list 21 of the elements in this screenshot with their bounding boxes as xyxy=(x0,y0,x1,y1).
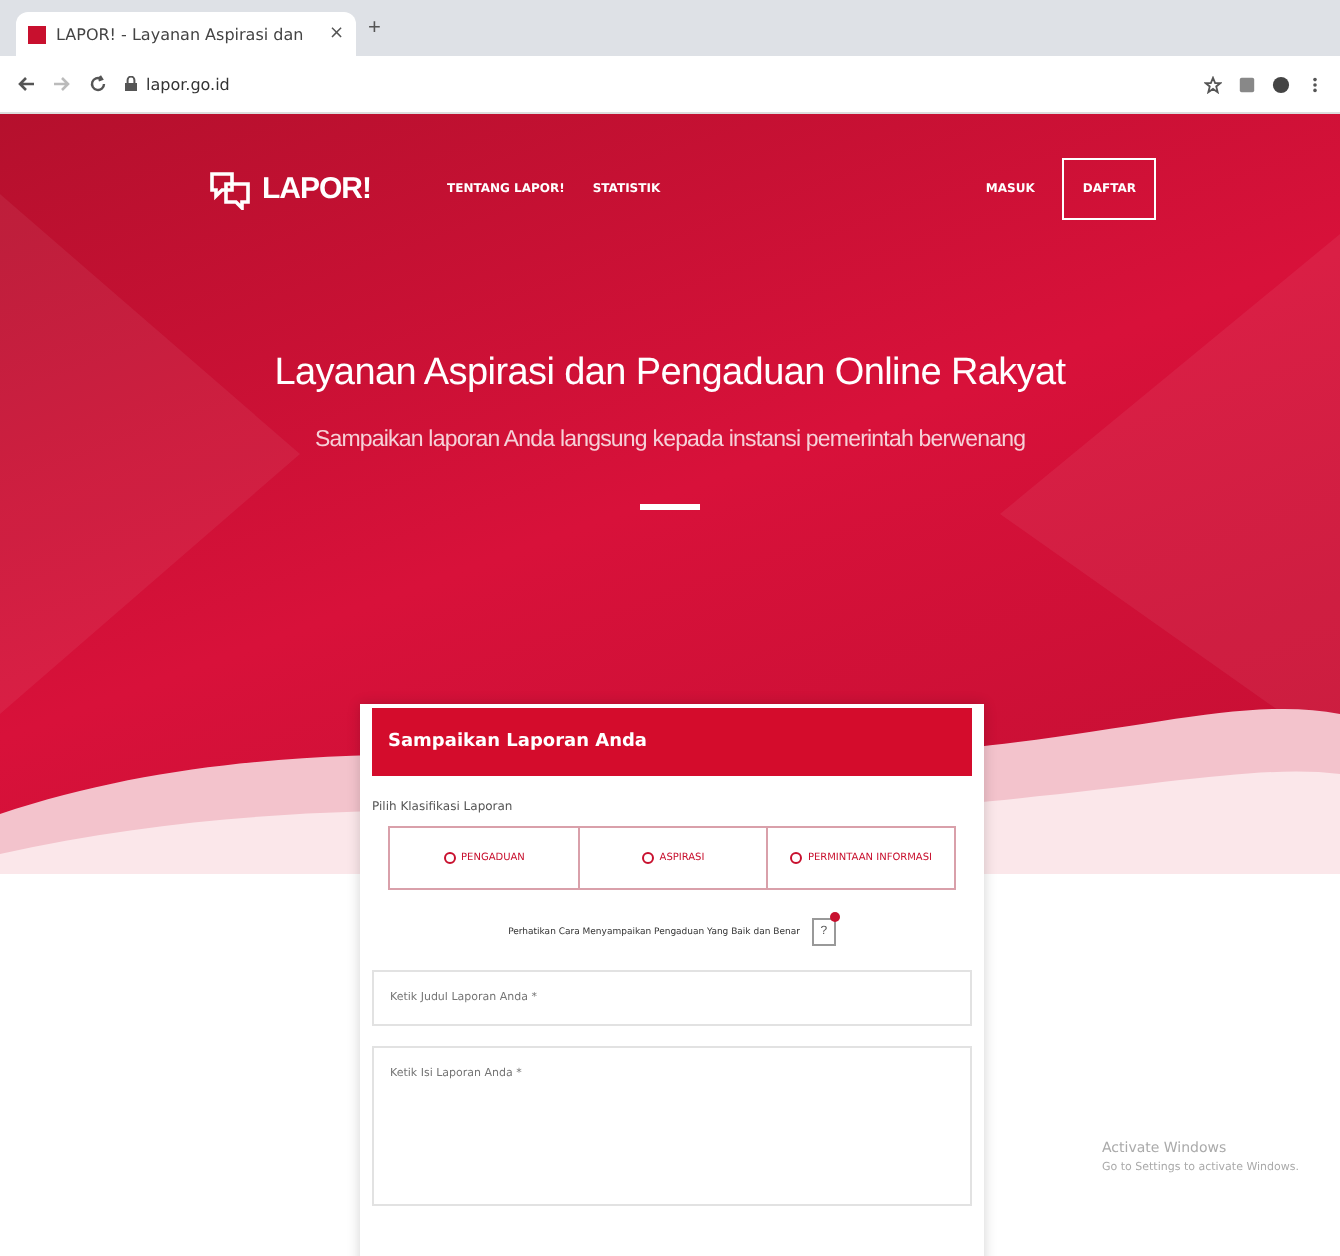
divider-dash xyxy=(640,504,700,510)
chat-bubbles-icon xyxy=(208,169,252,209)
radio-button[interactable] xyxy=(641,852,654,864)
site-logo[interactable]: LAPOR! xyxy=(208,169,371,209)
back-icon[interactable] xyxy=(16,74,36,94)
browser-tab[interactable]: LAPOR! - Layanan Aspirasi dan × xyxy=(16,12,356,56)
lock-icon xyxy=(124,76,138,92)
tab-title: LAPOR! - Layanan Aspirasi dan xyxy=(56,25,306,43)
reload-icon[interactable] xyxy=(88,74,108,94)
radio-button[interactable] xyxy=(443,852,456,864)
new-tab-button[interactable]: + xyxy=(368,16,381,40)
hero-title: Layanan Aspirasi dan Pengaduan Online Rakyat xyxy=(272,352,1068,396)
star-icon[interactable] xyxy=(1204,75,1222,93)
notification-dot xyxy=(829,912,840,922)
radio-button[interactable] xyxy=(789,852,802,864)
form-header: Sampaikan Laporan Anda xyxy=(372,708,972,776)
favicon-icon xyxy=(28,25,46,43)
address-bar[interactable]: lapor.go.id xyxy=(124,75,230,93)
profile-icon[interactable] xyxy=(1272,75,1290,93)
hero-subtitle: Sampaikan laporan Anda langsung kepada instansi pemerintah berwenang xyxy=(312,428,1028,452)
close-tab-button[interactable]: × xyxy=(328,24,344,44)
